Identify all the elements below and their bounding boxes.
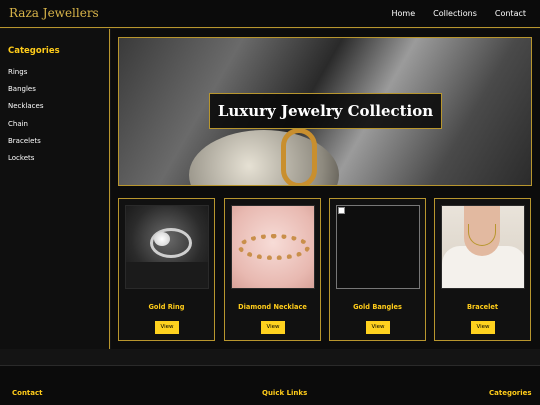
bracelet-loop bbox=[238, 234, 310, 260]
brand-logo[interactable]: Raza Jewellers bbox=[9, 6, 99, 20]
product-image-model[interactable] bbox=[441, 205, 525, 289]
product-card: Gold Bangles View bbox=[329, 198, 426, 341]
hero-chain-image bbox=[281, 128, 317, 185]
sidebar-item-chain[interactable]: Chain bbox=[8, 120, 43, 137]
view-button[interactable]: View bbox=[261, 321, 285, 334]
nav-contact[interactable]: Contact bbox=[495, 9, 526, 18]
product-title: Diamond Necklace bbox=[238, 303, 307, 311]
product-title: Bracelet bbox=[467, 303, 498, 311]
sidebar-item-bangles[interactable]: Bangles bbox=[8, 85, 43, 102]
product-image-broken[interactable] bbox=[336, 205, 420, 289]
site-header: Raza Jewellers Home Collections Contact bbox=[0, 0, 540, 28]
view-button[interactable]: View bbox=[471, 321, 495, 334]
product-title: Gold Bangles bbox=[353, 303, 402, 311]
product-image-ring[interactable] bbox=[125, 205, 209, 289]
sidebar-item-bracelets[interactable]: Bracelets bbox=[8, 137, 43, 154]
view-button[interactable]: View bbox=[155, 321, 179, 334]
sidebar: Categories Rings Bangles Necklaces Chain… bbox=[0, 29, 110, 349]
sidebar-item-lockets[interactable]: Lockets bbox=[8, 154, 43, 171]
broken-image-icon bbox=[338, 207, 345, 214]
footer-heading-quick-links: Quick Links bbox=[262, 389, 308, 397]
product-title: Gold Ring bbox=[148, 303, 185, 311]
product-card: Bracelet View bbox=[434, 198, 531, 341]
ring-stone bbox=[154, 232, 170, 246]
ring-base bbox=[126, 262, 208, 288]
sidebar-item-necklaces[interactable]: Necklaces bbox=[8, 102, 43, 119]
nav-collections[interactable]: Collections bbox=[433, 9, 477, 18]
hero-title: Luxury Jewelry Collection bbox=[209, 93, 442, 129]
main-nav: Home Collections Contact bbox=[392, 9, 527, 18]
sidebar-item-rings[interactable]: Rings bbox=[8, 68, 43, 85]
view-button[interactable]: View bbox=[366, 321, 390, 334]
site-footer: Contact Quick Links Categories bbox=[0, 365, 540, 405]
sidebar-title: Categories bbox=[8, 46, 60, 56]
footer-heading-contact: Contact bbox=[12, 389, 43, 397]
hero-banner: Luxury Jewelry Collection bbox=[118, 37, 532, 186]
product-card: Diamond Necklace View bbox=[224, 198, 321, 341]
product-image-bracelet[interactable] bbox=[231, 205, 315, 289]
category-list: Rings Bangles Necklaces Chain Bracelets … bbox=[8, 68, 43, 171]
nav-home[interactable]: Home bbox=[392, 9, 416, 18]
footer-heading-categories: Categories bbox=[489, 389, 532, 397]
product-card: Gold Ring View bbox=[118, 198, 215, 341]
